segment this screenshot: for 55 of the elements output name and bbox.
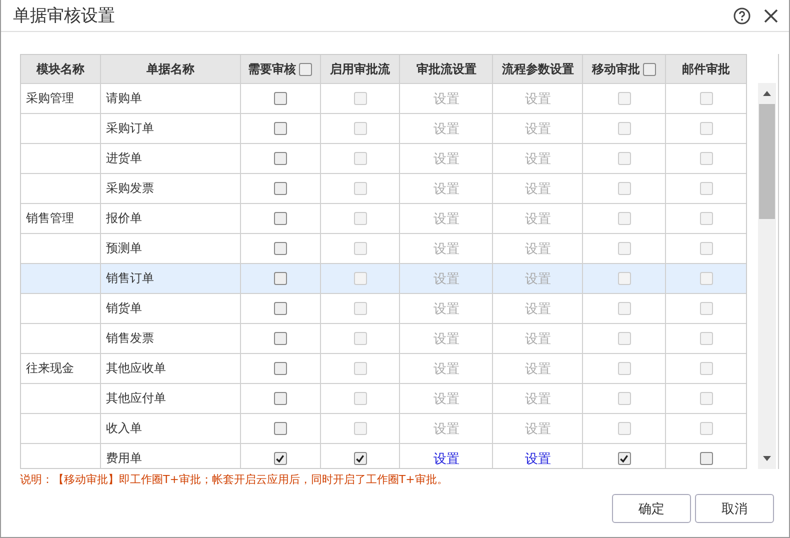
checkbox[interactable] (700, 452, 713, 465)
document-name: 其他应收单 (106, 360, 166, 377)
help-icon[interactable] (733, 6, 751, 24)
document-name: 采购订单 (106, 120, 154, 137)
close-icon[interactable] (763, 8, 779, 24)
scrollbar-thumb[interactable] (759, 104, 775, 219)
document-name: 请购单 (106, 90, 142, 107)
document-name: 收入单 (106, 420, 142, 437)
settings-link[interactable]: 设置 (433, 450, 460, 468)
checkbox[interactable] (274, 242, 287, 255)
settings-link[interactable]: 设置 (524, 450, 551, 468)
column-header: 审批流设置 (400, 55, 494, 83)
dialog-button[interactable]: 取消 (695, 494, 774, 523)
checkbox[interactable] (274, 392, 287, 405)
column-header: 启用审批流 (320, 55, 400, 83)
document-name: 费用单 (106, 450, 142, 467)
checkbox[interactable] (274, 92, 287, 105)
module-name: 销售管理 (26, 210, 74, 227)
checkbox[interactable] (274, 422, 287, 435)
scroll-down-icon[interactable] (763, 456, 771, 461)
checkbox[interactable] (354, 452, 367, 465)
column-header: 需要审核 (240, 55, 321, 83)
checkbox[interactable] (274, 362, 287, 375)
document-name: 采购发票 (106, 180, 154, 197)
table-row[interactable]: 费用单 设置 设置 (21, 443, 746, 468)
checkbox[interactable] (274, 452, 287, 465)
document-name: 预测单 (106, 240, 142, 257)
scrollbar[interactable] (758, 83, 776, 469)
document-name: 销售发票 (106, 330, 154, 347)
header-checkbox[interactable] (299, 62, 312, 76)
note-text: 说明：【移动审批】即工作圈T+审批；帐套开启云应用后，同时开启了工作圈T+审批。 (20, 472, 449, 487)
document-name: 销货单 (106, 300, 142, 317)
column-header: 流程参数设置 (493, 55, 584, 83)
column-header: 邮件审批 (681, 60, 732, 78)
checkbox[interactable] (274, 212, 287, 225)
module-name: 采购管理 (26, 90, 74, 107)
checkbox[interactable] (274, 152, 287, 165)
scroll-up-icon[interactable] (763, 91, 771, 96)
column-header: 单据名称 (100, 55, 241, 83)
module-name: 往来现金 (26, 360, 74, 377)
document-name: 其他应付单 (106, 390, 166, 407)
document-name: 报价单 (106, 210, 142, 227)
checkbox[interactable] (274, 182, 287, 195)
checkbox[interactable] (274, 332, 287, 345)
window-title: 单据审核设置 (13, 5, 116, 27)
document-name: 销售订单 (106, 270, 154, 287)
checkbox[interactable] (618, 452, 631, 465)
header-checkbox[interactable] (643, 62, 656, 76)
checkbox[interactable] (274, 302, 287, 315)
column-header: 模块名称 (21, 55, 101, 83)
checkbox[interactable] (274, 272, 287, 285)
dialog-button[interactable]: 确定 (612, 494, 691, 523)
column-header: 移动审批 (583, 55, 666, 83)
checkbox[interactable] (274, 122, 287, 135)
document-name: 进货单 (106, 150, 142, 167)
